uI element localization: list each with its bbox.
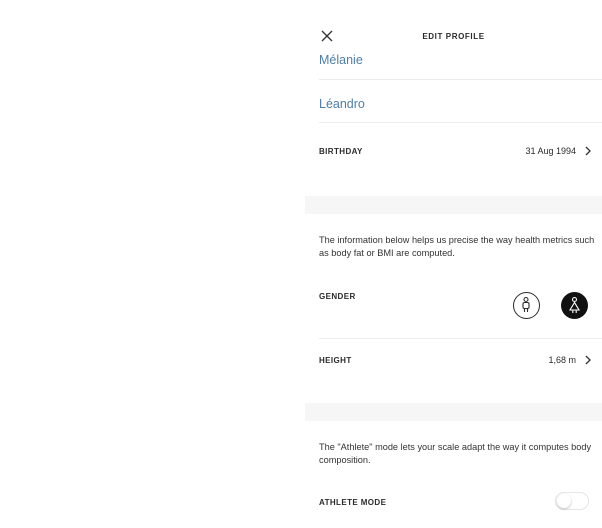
divider	[319, 338, 602, 339]
divider	[319, 122, 602, 123]
athlete-mode-label: ATHLETE MODE	[319, 498, 387, 507]
male-icon	[522, 296, 530, 312]
header: EDIT PROFILE	[305, 20, 602, 54]
divider	[319, 79, 602, 80]
athlete-mode-toggle[interactable]	[555, 492, 589, 510]
height-label: HEIGHT	[319, 356, 352, 365]
gender-male-button[interactable]	[513, 292, 540, 319]
health-info-text: The information below helps us precise t…	[319, 235, 595, 258]
female-icon	[569, 296, 580, 313]
athlete-info-text: The "Athlete" mode lets your scale adapt…	[319, 442, 592, 465]
birthday-label: BIRTHDAY	[319, 147, 363, 156]
first-name-field[interactable]: Mélanie	[319, 53, 589, 67]
edit-profile-screen: EDIT PROFILE Mélanie Léandro BIRTHDAY 31…	[305, 20, 602, 528]
section-separator	[305, 403, 602, 421]
birthday-value: 31 Aug 1994	[525, 146, 576, 156]
gender-label: GENDER	[319, 292, 356, 301]
chevron-right-icon	[585, 146, 591, 156]
page-title: EDIT PROFILE	[422, 32, 485, 41]
chevron-right-icon	[585, 355, 591, 365]
toggle-knob	[557, 494, 571, 508]
height-value: 1,68 m	[548, 355, 576, 365]
gender-female-button[interactable]	[561, 292, 588, 319]
section-separator	[305, 196, 602, 214]
last-name-field[interactable]: Léandro	[319, 97, 589, 111]
